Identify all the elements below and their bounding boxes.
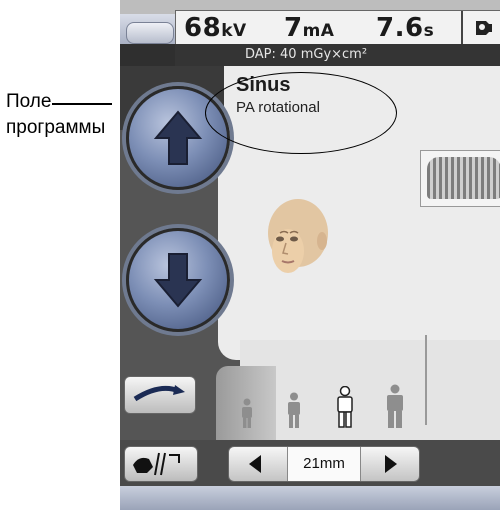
patient-large-icon-selected[interactable] (334, 386, 356, 428)
program-down-button[interactable] (126, 228, 230, 332)
patient-small-icon[interactable] (238, 398, 256, 428)
arrow-up-icon (153, 110, 203, 165)
head-positioning-icon (133, 452, 180, 476)
exposure-separator (461, 11, 463, 45)
patient-medium-icon[interactable] (284, 392, 304, 428)
rotation-mode-button[interactable] (124, 376, 196, 414)
program-field-highlight-oval (205, 72, 397, 154)
rotate-arrow-icon (133, 385, 185, 402)
stepper-value: 21mm (287, 447, 361, 481)
footer-bar (120, 486, 500, 510)
kv-value[interactable]: 68kV (184, 13, 247, 43)
vertical-divider (425, 335, 427, 425)
depth-stepper: 21mm (228, 446, 420, 482)
triangle-left-icon (249, 455, 261, 473)
exposure-values-panel: 68kV 7mA 7.6s (175, 10, 500, 45)
settings-tool-icon[interactable] (473, 17, 495, 42)
patient-xlarge-icon[interactable] (384, 384, 406, 428)
footer-strip (120, 510, 500, 518)
panoramic-image-icon (427, 157, 500, 199)
ma-value[interactable]: 7mA (284, 13, 334, 43)
triangle-right-icon (385, 455, 397, 473)
time-value[interactable]: 7.6s (376, 13, 434, 43)
patient-size-area (240, 340, 500, 440)
callout-label-line2: программы (6, 117, 106, 138)
callout-leader-line (52, 103, 112, 105)
stepper-decrease-button[interactable] (229, 447, 285, 481)
stepper-increase-button[interactable] (361, 447, 417, 481)
patient-head-icon (268, 199, 328, 273)
dap-readout: DAP: 40 mGy×cm² (245, 47, 368, 62)
arrow-down-icon (153, 253, 203, 308)
panoramic-thumbnail[interactable] (420, 150, 500, 207)
dap-bar: DAP: 40 mGy×cm² (120, 44, 500, 66)
positioning-button[interactable] (124, 446, 198, 482)
top-left-tab[interactable] (126, 22, 174, 44)
bottom-controls: 21mm (120, 440, 500, 486)
callout-label-line1: Поле (6, 91, 52, 112)
